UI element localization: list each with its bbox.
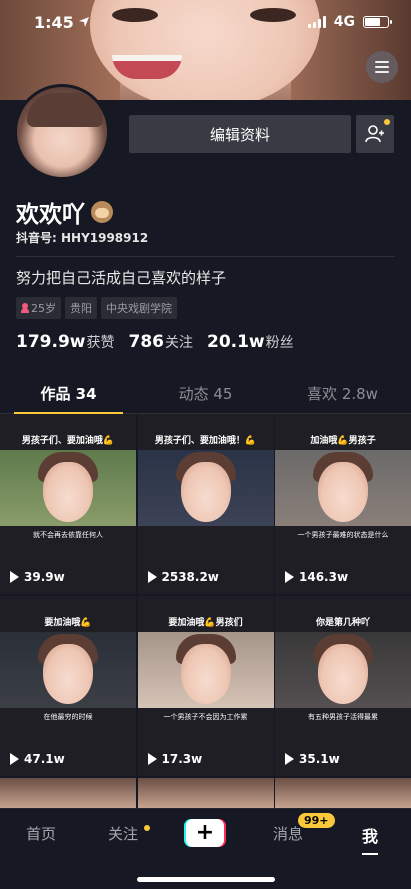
video-row-partial — [0, 778, 411, 808]
stat-following[interactable]: 786关注 — [128, 332, 193, 352]
status-time: 1:45 — [34, 12, 74, 32]
home-indicator — [137, 877, 275, 882]
nav-home[interactable]: 首页 — [26, 823, 56, 844]
video-thumbnail[interactable]: 男孩子们、要加油哦！💪 2538.2w — [137, 414, 274, 594]
notification-dot — [384, 119, 390, 125]
video-thumbnail[interactable]: 要加油哦💪男孩们 一个男孩子不会因为工作累 17.3w — [137, 596, 274, 776]
video-thumbnail[interactable] — [275, 778, 411, 808]
profile-bio: 努力把自己活成自己喜欢的样子 — [16, 269, 227, 287]
douyin-id: 抖音号: HHY1998912 — [16, 231, 149, 245]
female-icon — [21, 303, 29, 313]
video-thumbnail[interactable]: 男孩子们、要加油哦💪 就不会再去依靠任何人 39.9w — [0, 414, 136, 594]
network-label: 4G — [333, 14, 355, 30]
tab-works[interactable]: 作品 34 — [0, 376, 137, 414]
tab-dynamics[interactable]: 动态 45 — [137, 376, 274, 413]
play-icon — [10, 571, 19, 583]
signal-icon — [307, 16, 326, 28]
video-thumbnail[interactable]: 要加油哦💪 在他最穷的时候 47.1w — [0, 596, 136, 776]
messages-badge: 99+ — [298, 813, 335, 828]
plus-icon: + — [186, 819, 224, 847]
edit-profile-button[interactable]: 编辑资料 — [129, 115, 351, 153]
tag-location: 贵阳 — [65, 297, 97, 319]
profile-name: 欢欢吖 — [16, 195, 113, 229]
divider — [16, 256, 395, 257]
content-tabs: 作品 34 动态 45 喜欢 2.8w — [0, 376, 411, 414]
add-friend-button[interactable] — [356, 115, 394, 153]
tag-school: 中央戏剧学院 — [101, 297, 177, 319]
video-thumbnail[interactable] — [137, 778, 274, 808]
nav-follow[interactable]: 关注 — [108, 823, 138, 844]
active-indicator — [362, 853, 378, 855]
status-bar: 1:45 4G — [0, 0, 411, 44]
follow-dot — [144, 825, 150, 831]
nav-me[interactable]: 我 — [362, 823, 378, 847]
play-icon — [10, 753, 19, 765]
add-friend-icon — [365, 125, 384, 143]
menu-button[interactable] — [366, 51, 398, 83]
profile-stats: 179.9w获赞 786关注 20.1w粉丝 — [16, 332, 294, 352]
bottom-nav: 首页 关注 + 消息 99+ 我 — [0, 808, 411, 889]
create-button[interactable]: + — [184, 819, 226, 847]
stat-likes: 179.9w获赞 — [16, 332, 115, 352]
play-icon — [147, 571, 157, 583]
see-no-evil-monkey-icon — [91, 201, 113, 223]
tag-age: 25岁 — [16, 297, 61, 319]
menu-icon — [375, 61, 389, 63]
video-thumbnail[interactable]: 加油哦💪男孩子 一个男孩子最难的状态是什么 146.3w — [275, 414, 411, 594]
play-icon — [147, 753, 157, 765]
profile-tags: 25岁 贵阳 中央戏剧学院 — [16, 297, 177, 319]
video-grid: 男孩子们、要加油哦💪 就不会再去依靠任何人 39.9w 男孩子们、要加油哦！💪 … — [0, 414, 411, 776]
avatar[interactable] — [14, 84, 110, 180]
nav-messages[interactable]: 消息 — [273, 823, 303, 844]
video-thumbnail[interactable]: 你是第几种吖 有五种男孩子活得最累 35.1w — [275, 596, 411, 776]
battery-icon — [363, 16, 392, 28]
play-icon — [285, 571, 294, 583]
location-arrow-icon — [78, 17, 89, 27]
video-thumbnail[interactable] — [0, 778, 136, 808]
tab-likes[interactable]: 喜欢 2.8w — [274, 376, 411, 413]
stat-followers[interactable]: 20.1w粉丝 — [207, 332, 294, 352]
play-icon — [285, 753, 294, 765]
